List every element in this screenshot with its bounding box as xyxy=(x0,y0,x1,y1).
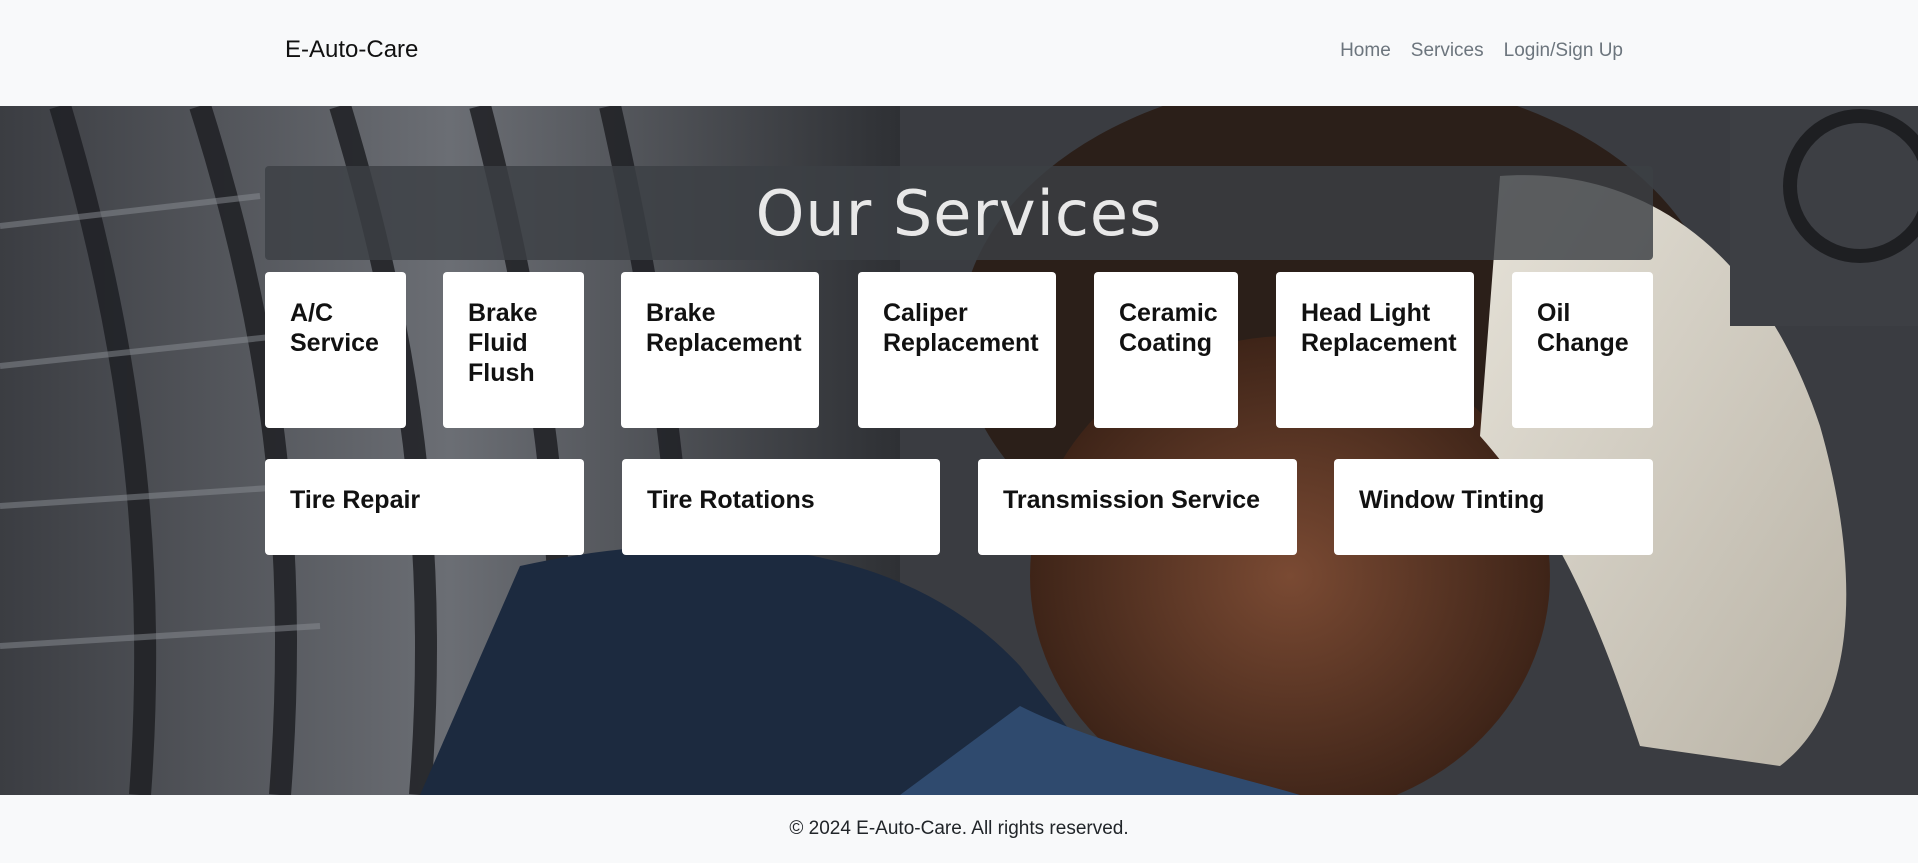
nav-home-link[interactable]: Home xyxy=(1340,40,1391,62)
service-card-title: Transmission Service xyxy=(1003,486,1261,514)
service-card-title: Head Light Replacement xyxy=(1301,299,1457,357)
service-card-tire-repair[interactable]: Tire Repair xyxy=(265,459,584,555)
services-hero: Our Services A/C Service Brake Fluid Flu… xyxy=(0,106,1918,795)
brand-link[interactable]: E-Auto-Care xyxy=(285,36,418,64)
service-card-title: Oil Change xyxy=(1537,299,1629,357)
nav-login-link[interactable]: Login/Sign Up xyxy=(1504,40,1623,62)
service-card-title: Brake Replacement xyxy=(646,299,802,357)
service-card-tire-rotations[interactable]: Tire Rotations xyxy=(622,459,940,555)
service-card-brake-fluid-flush[interactable]: Brake Fluid Flush xyxy=(443,272,584,428)
service-card-title: Ceramic Coating xyxy=(1119,299,1218,357)
service-card-title: Tire Repair xyxy=(290,486,421,514)
nav-services-link[interactable]: Services xyxy=(1411,40,1484,62)
service-card-title: Window Tinting xyxy=(1359,486,1545,514)
copyright-text: © 2024 E-Auto-Care. All rights reserved. xyxy=(789,818,1129,839)
service-card-title: Brake Fluid Flush xyxy=(468,299,538,387)
navbar: E-Auto-Care Home Services Login/Sign Up xyxy=(0,0,1918,106)
title-bar: Our Services xyxy=(265,166,1653,260)
service-card-oil-change[interactable]: Oil Change xyxy=(1512,272,1653,428)
service-card-transmission-service[interactable]: Transmission Service xyxy=(978,459,1297,555)
nav-links: Home Services Login/Sign Up xyxy=(1340,40,1623,62)
footer: © 2024 E-Auto-Care. All rights reserved. xyxy=(0,795,1918,863)
service-card-title: A/C Service xyxy=(290,299,379,357)
service-card-title: Tire Rotations xyxy=(647,486,815,514)
service-card-ac-service[interactable]: A/C Service xyxy=(265,272,406,428)
service-card-title: Caliper Replacement xyxy=(883,299,1039,357)
service-card-caliper-replacement[interactable]: Caliper Replacement xyxy=(858,272,1056,428)
service-card-head-light-replacement[interactable]: Head Light Replacement xyxy=(1276,272,1474,428)
service-card-window-tinting[interactable]: Window Tinting xyxy=(1334,459,1653,555)
service-card-brake-replacement[interactable]: Brake Replacement xyxy=(621,272,819,428)
service-card-ceramic-coating[interactable]: Ceramic Coating xyxy=(1094,272,1238,428)
page-title: Our Services xyxy=(755,176,1163,250)
